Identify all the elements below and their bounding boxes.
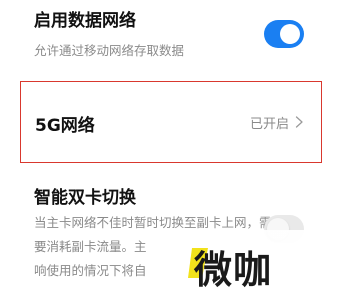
smart-dual-sim-title: 智能双卡切换 bbox=[34, 188, 136, 208]
toggle-knob bbox=[280, 24, 300, 44]
watermark-text: 微咖 bbox=[194, 248, 273, 291]
smart-dual-sim-description-line: 当主卡网络不佳时暂时切换至副卡上网，需 bbox=[34, 215, 272, 230]
watermark: 微咖 bbox=[170, 230, 338, 291]
settings-screen: 启用数据网络 允许通过移动网络存取数据 5G网络 已开启 智能双卡切换 当主卡网… bbox=[0, 0, 338, 291]
chevron-right-icon bbox=[295, 116, 303, 128]
mobile-data-description: 允许通过移动网络存取数据 bbox=[34, 43, 185, 58]
network-5g-title: 5G网络 bbox=[35, 116, 95, 136]
mobile-data-toggle[interactable] bbox=[264, 20, 304, 48]
smart-dual-sim-description-line: 要消耗副卡流量。主 bbox=[34, 239, 147, 254]
mobile-data-title: 启用数据网络 bbox=[34, 11, 136, 31]
smart-dual-sim-description-line: 响使用的情况下将自 bbox=[34, 263, 147, 278]
network-5g-status: 已开启 bbox=[249, 117, 289, 132]
network-5g-row[interactable]: 5G网络 已开启 bbox=[20, 81, 322, 163]
